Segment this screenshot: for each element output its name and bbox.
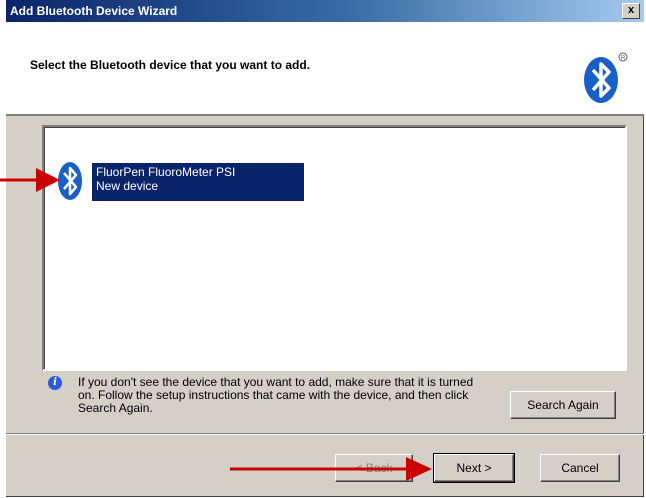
list-item[interactable]: FluorPen FluoroMeter PSI New device [56,157,304,205]
device-status: New device [96,179,159,193]
page-title: Select the Bluetooth device that you wan… [30,58,311,72]
device-label[interactable]: FluorPen FluoroMeter PSI New device [92,163,304,201]
cancel-button[interactable]: Cancel [540,454,620,482]
info-icon: i [48,376,62,390]
window-title: Add Bluetooth Device Wizard [10,4,178,18]
wizard-header: Select the Bluetooth device that you wan… [6,22,644,116]
info-text: If you don't see the device that you wan… [78,375,474,415]
svg-text:R: R [621,56,626,62]
separator [6,433,644,435]
arrow-to-device-annotation [0,168,60,192]
close-button[interactable]: x [622,3,640,19]
bluetooth-logo-icon: R [584,52,628,103]
device-list[interactable]: FluorPen FluoroMeter PSI New device [42,125,627,371]
wizard-window: Add Bluetooth Device Wizard x Select the… [6,0,644,497]
next-button[interactable]: Next > [433,453,515,483]
search-again-button[interactable]: Search Again [510,391,616,419]
arrow-to-next-annotation [230,457,432,481]
device-name: FluorPen FluoroMeter PSI [96,165,236,179]
title-bar[interactable]: Add Bluetooth Device Wizard x [6,0,644,22]
